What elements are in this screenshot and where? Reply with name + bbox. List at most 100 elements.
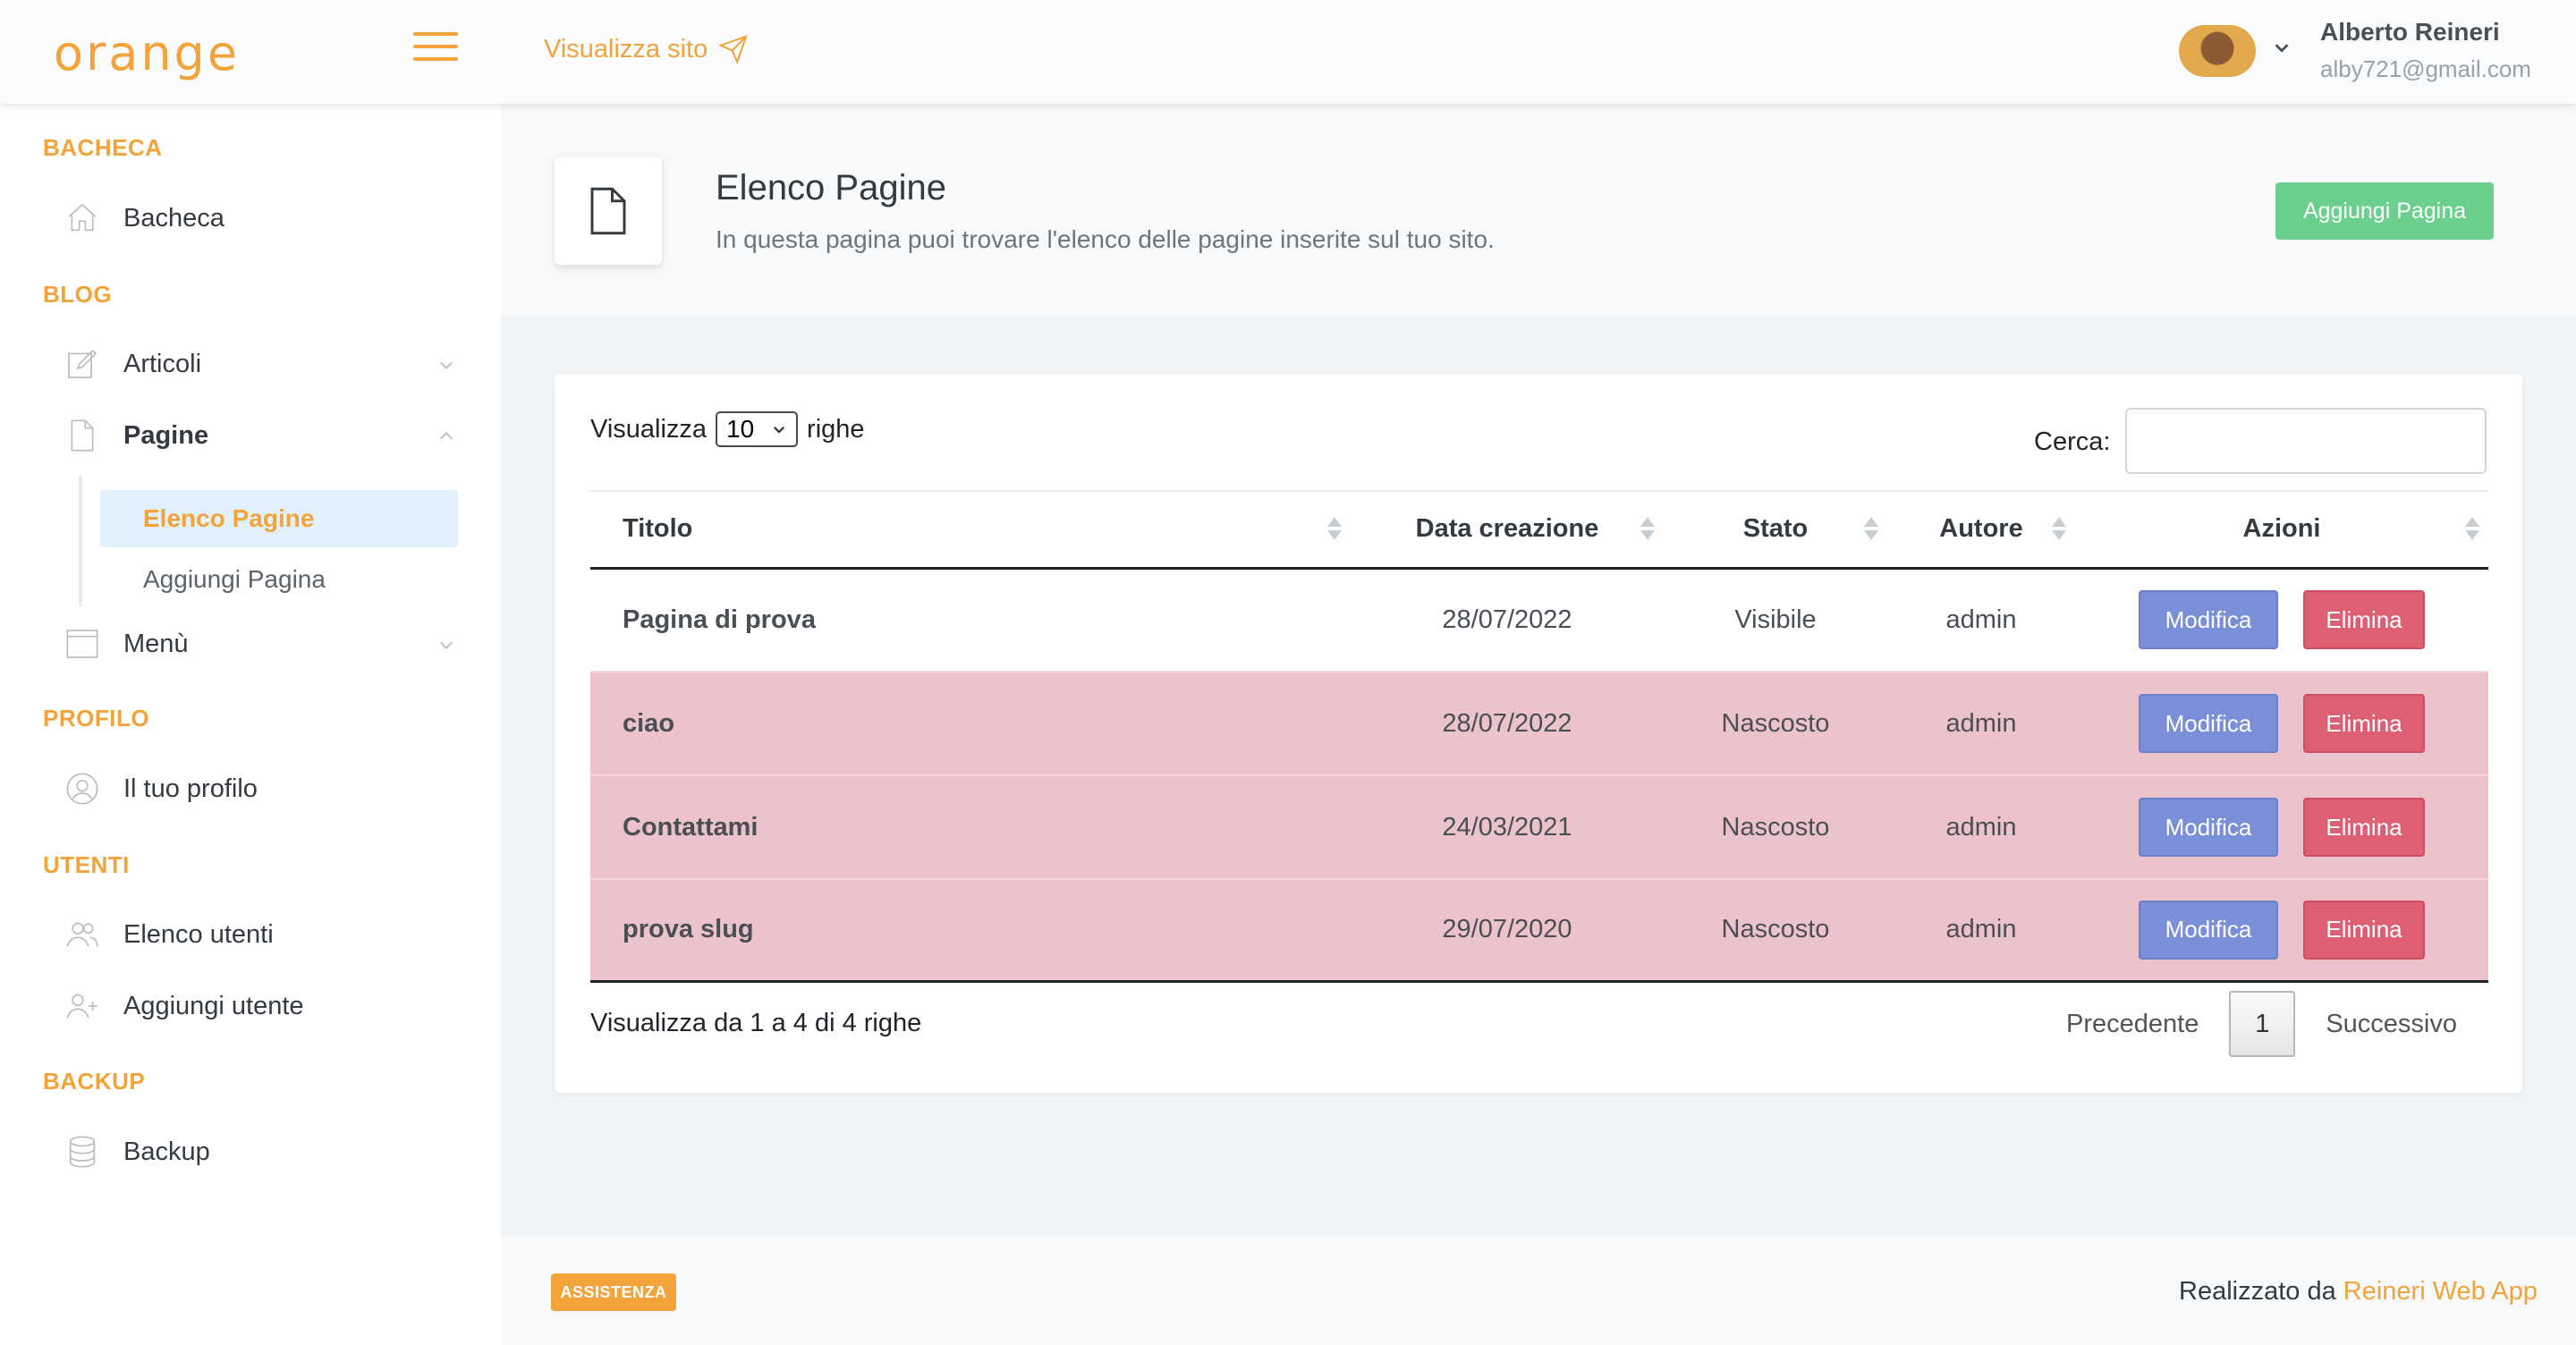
edit-button[interactable]: Modifica bbox=[2139, 900, 2278, 960]
chevron-down-icon[interactable] bbox=[2272, 38, 2292, 57]
file-icon bbox=[63, 416, 102, 455]
window-icon bbox=[63, 624, 102, 664]
pagination-next[interactable]: Successivo bbox=[2326, 1010, 2457, 1039]
chevron-down-icon bbox=[774, 426, 785, 434]
section-dashboard: BACHECA bbox=[43, 134, 163, 161]
cell-author: admin bbox=[1945, 605, 2017, 634]
table-row: Pagina di prova 28/07/2022 Visibile admi… bbox=[590, 568, 2488, 672]
cell-date: 24/03/2021 bbox=[1442, 812, 1572, 842]
cell-actions: Modifica Elimina bbox=[2075, 775, 2488, 879]
cell-actions: Modifica Elimina bbox=[2075, 879, 2488, 981]
user-circle-icon bbox=[63, 769, 102, 808]
delete-button[interactable]: Elimina bbox=[2303, 798, 2425, 857]
cell-actions: Modifica Elimina bbox=[2075, 672, 2488, 775]
sort-icon bbox=[2465, 517, 2479, 540]
sort-icon bbox=[1327, 517, 1342, 540]
sidebar-item-menu[interactable]: Menù bbox=[63, 619, 456, 669]
section-users: UTENTI bbox=[43, 851, 130, 878]
page-length-control: Visualizza 10 righe bbox=[590, 411, 865, 447]
sidebar-item-label: Il tuo profilo bbox=[123, 774, 258, 803]
cell-title: Contattami bbox=[623, 812, 758, 842]
database-icon bbox=[63, 1132, 102, 1172]
pagination-previous[interactable]: Precedente bbox=[2066, 1010, 2199, 1039]
cell-actions: Modifica Elimina bbox=[2075, 568, 2488, 672]
pages-table: Titolo Data creazione Stato Autore Azion… bbox=[590, 490, 2488, 983]
send-icon bbox=[718, 35, 749, 64]
edit-button[interactable]: Modifica bbox=[2139, 798, 2278, 857]
visit-site-label: Visualizza sito bbox=[544, 34, 708, 63]
cell-title: prova slug bbox=[623, 915, 754, 944]
delete-button[interactable]: Elimina bbox=[2303, 900, 2425, 960]
page-title: Elenco Pagine bbox=[716, 168, 946, 207]
page-length-select[interactable]: 10 bbox=[716, 411, 799, 447]
support-badge[interactable]: ASSISTENZA bbox=[551, 1273, 676, 1311]
sort-icon bbox=[2052, 517, 2066, 540]
cell-status: Visibile bbox=[1734, 605, 1817, 634]
section-backup: BACKUP bbox=[43, 1068, 146, 1095]
page-subtitle: In questa pagina puoi trovare l'elenco d… bbox=[716, 225, 1495, 253]
submenu-line bbox=[79, 476, 82, 606]
sidebar-item-users-list[interactable]: Elenco utenti bbox=[63, 909, 456, 960]
sidebar: BACHECA Bacheca BLOG Articoli Pagine Ele… bbox=[0, 104, 501, 1345]
sidebar-item-label: Elenco utenti bbox=[123, 919, 274, 949]
sidebar-item-profile[interactable]: Il tuo profilo bbox=[63, 764, 456, 814]
sidebar-item-dashboard[interactable]: Bacheca bbox=[63, 193, 456, 243]
column-header-date[interactable]: Data creazione bbox=[1351, 491, 1664, 568]
table-row: Contattami 24/03/2021 Nascosto admin Mod… bbox=[590, 775, 2488, 879]
pagination: Precedente 1 Successivo bbox=[2066, 991, 2457, 1057]
page-length-value: 10 bbox=[726, 415, 755, 443]
page-length-suffix: righe bbox=[807, 414, 865, 444]
sidebar-subitem-pages-list[interactable]: Elenco Pagine bbox=[100, 490, 458, 547]
logo[interactable]: orange bbox=[54, 25, 240, 81]
cell-date: 28/07/2022 bbox=[1442, 708, 1572, 738]
column-header-author[interactable]: Autore bbox=[1887, 491, 2075, 568]
sidebar-item-add-user[interactable]: Aggiungi utente bbox=[63, 981, 456, 1031]
menu-toggle-icon[interactable] bbox=[413, 32, 458, 63]
file-icon bbox=[590, 187, 626, 235]
sidebar-item-label: Pagine bbox=[123, 420, 209, 450]
credit-link[interactable]: Reineri Web App bbox=[2343, 1277, 2538, 1306]
sidebar-item-pages[interactable]: Pagine bbox=[63, 410, 456, 461]
home-icon bbox=[63, 199, 102, 238]
sidebar-item-label: Menù bbox=[123, 629, 189, 658]
cell-date: 29/07/2020 bbox=[1442, 915, 1572, 944]
users-icon bbox=[63, 915, 102, 954]
search-input[interactable] bbox=[2125, 408, 2487, 474]
credit-prefix: Realizzato da bbox=[2179, 1277, 2336, 1306]
edit-button[interactable]: Modifica bbox=[2139, 590, 2278, 650]
column-header-actions[interactable]: Azioni bbox=[2075, 491, 2488, 568]
table-row: prova slug 29/07/2020 Nascosto admin Mod… bbox=[590, 879, 2488, 981]
column-header-status[interactable]: Stato bbox=[1664, 491, 1887, 568]
cell-status: Nascosto bbox=[1721, 915, 1830, 944]
search-label: Cerca: bbox=[2034, 427, 2111, 456]
user-name: Alberto Reineri bbox=[2320, 18, 2500, 46]
cell-status: Nascosto bbox=[1721, 708, 1830, 738]
cell-title: Pagina di prova bbox=[623, 605, 816, 634]
table-row: ciao 28/07/2022 Nascosto admin Modifica E… bbox=[590, 672, 2488, 775]
sidebar-subitem-add-page[interactable]: Aggiungi Pagina bbox=[100, 551, 458, 608]
sort-icon bbox=[1864, 517, 1878, 540]
visit-site-link[interactable]: Visualizza sito bbox=[544, 34, 749, 64]
page-length-prefix: Visualizza bbox=[590, 414, 708, 444]
cell-author: admin bbox=[1945, 708, 2017, 738]
pages-table-card: Visualizza 10 righe Cerca: Titolo Data c… bbox=[555, 374, 2522, 1093]
column-header-title[interactable]: Titolo bbox=[590, 491, 1351, 568]
footer-credit: Realizzato da Reineri Web App bbox=[2179, 1277, 2538, 1307]
avatar[interactable] bbox=[2179, 25, 2256, 77]
sort-icon bbox=[1640, 517, 1655, 540]
edit-button[interactable]: Modifica bbox=[2139, 694, 2278, 753]
delete-button[interactable]: Elimina bbox=[2303, 590, 2425, 650]
cell-author: admin bbox=[1945, 915, 2017, 944]
delete-button[interactable]: Elimina bbox=[2303, 694, 2425, 753]
page-icon-box bbox=[555, 157, 662, 265]
sidebar-item-articles[interactable]: Articoli bbox=[63, 339, 456, 389]
add-page-button[interactable]: Aggiungi Pagina bbox=[2275, 182, 2494, 240]
chevron-down-icon bbox=[439, 361, 453, 369]
sidebar-item-backup[interactable]: Backup bbox=[63, 1127, 456, 1177]
sidebar-item-label: Bacheca bbox=[123, 203, 225, 233]
sidebar-item-label: Backup bbox=[123, 1137, 210, 1166]
cell-status: Nascosto bbox=[1721, 812, 1830, 842]
section-blog: BLOG bbox=[43, 281, 113, 308]
pagination-page[interactable]: 1 bbox=[2229, 991, 2296, 1057]
user-plus-icon bbox=[63, 986, 102, 1026]
